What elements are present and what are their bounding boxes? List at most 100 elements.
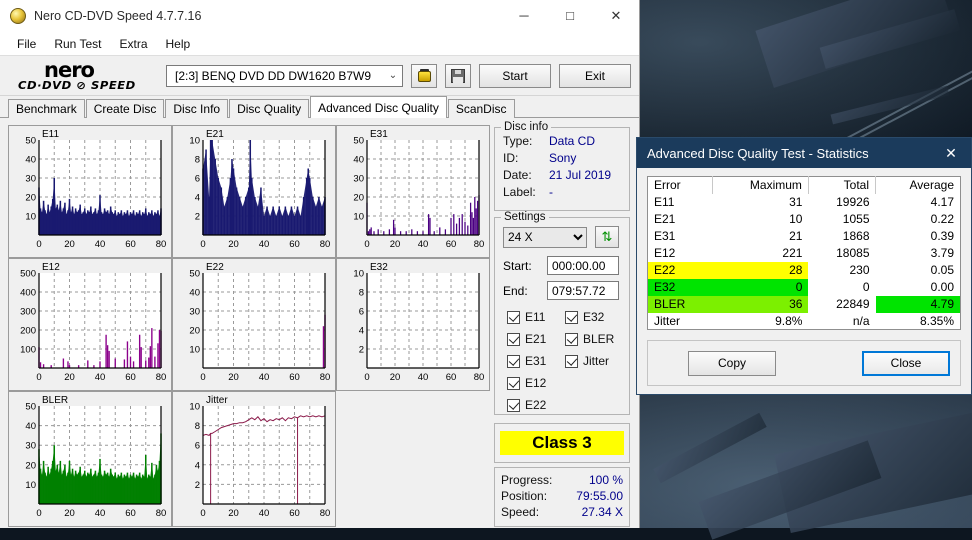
- checkbox-jitter[interactable]: Jitter: [565, 354, 627, 368]
- menu-item-run-test[interactable]: Run Test: [45, 34, 110, 54]
- svg-text:60: 60: [446, 239, 457, 250]
- checkbox-e21[interactable]: E21: [507, 332, 565, 346]
- svg-text:30: 30: [25, 441, 36, 452]
- svg-text:80: 80: [474, 372, 485, 383]
- svg-text:20: 20: [64, 239, 75, 250]
- minimize-button[interactable]: ─: [501, 0, 547, 32]
- statistics-col-error: Error: [647, 176, 713, 194]
- tab-benchmark[interactable]: Benchmark: [8, 99, 85, 118]
- disc-type-value: Data CD: [549, 134, 596, 148]
- checkbox-e12[interactable]: E12: [507, 376, 565, 390]
- checkmark-icon: [565, 354, 578, 368]
- svg-text:400: 400: [20, 288, 36, 299]
- checkbox-e32[interactable]: E32: [565, 310, 627, 324]
- checkmark-icon: [507, 354, 520, 368]
- statistics-close-icon[interactable]: ✕: [931, 138, 971, 168]
- disc-info-group: Disc info Type: Data CD ID: Sony Date: 21 J…: [494, 121, 630, 211]
- chart-panel-e11: 10 20 30 40 50 0 20 40 60 80 E11: [8, 125, 172, 258]
- chart-e11: 10 20 30 40 50 0 20 40 60 80 E11: [9, 126, 169, 255]
- statistics-cell-error: E32: [647, 278, 713, 296]
- close-button[interactable]: ✕: [593, 0, 639, 32]
- svg-text:2: 2: [195, 480, 200, 491]
- drive-select-value: [2:3] BENQ DVD DD DW1620 B7W9: [175, 68, 372, 83]
- svg-text:0: 0: [36, 508, 41, 519]
- disc-type-label: Type:: [503, 134, 533, 148]
- toolbar: nero CD·DVD ⊘ SPEED [2:3] BENQ DVD DD DW…: [0, 56, 639, 96]
- svg-text:20: 20: [390, 372, 401, 383]
- chart-e32: 2 4 6 8 10 0 20 40 60 80 E32: [337, 259, 487, 388]
- start-time-input[interactable]: 000:00.00: [547, 256, 619, 275]
- exit-button[interactable]: Exit: [559, 63, 631, 88]
- svg-text:50: 50: [25, 136, 36, 147]
- statistics-cell-error: E22: [647, 261, 713, 279]
- chart-panel-e32: 2 4 6 8 10 0 20 40 60 80 E32: [336, 258, 490, 391]
- svg-text:10: 10: [353, 212, 364, 223]
- eject-button[interactable]: [411, 63, 437, 88]
- close-dialog-button[interactable]: Close: [862, 350, 950, 376]
- svg-text:50: 50: [189, 269, 200, 280]
- refresh-icon[interactable]: ⇅: [595, 226, 619, 248]
- chart-e31: 10 20 30 40 50 0 20 40 60 80 E31: [337, 126, 487, 255]
- svg-text:50: 50: [353, 136, 364, 147]
- speed-select[interactable]: 4 X8 X16 X24 X32 X40 XMaximum: [503, 226, 587, 248]
- checkbox-e31[interactable]: E31: [507, 354, 565, 368]
- checkmark-icon: [507, 398, 520, 412]
- statistics-cell-total: 230: [849, 263, 870, 277]
- statistics-cell-average: 0.39: [930, 229, 954, 243]
- end-time-input[interactable]: 079:57.72: [547, 281, 619, 300]
- maximize-button[interactable]: □: [547, 0, 593, 32]
- statistics-cell-error: E11: [654, 195, 675, 209]
- svg-text:BLER: BLER: [42, 395, 68, 406]
- menu-item-extra[interactable]: Extra: [110, 34, 156, 54]
- tab-disc-quality[interactable]: Disc Quality: [229, 99, 310, 118]
- statistics-cell-error: E12: [654, 246, 676, 260]
- statistics-row-e22: E22 28 230 0.05: [647, 261, 961, 279]
- checkbox-bler[interactable]: BLER: [565, 332, 627, 346]
- disc-label-label: Label:: [503, 185, 536, 199]
- svg-text:60: 60: [125, 508, 136, 519]
- menu-item-help[interactable]: Help: [157, 34, 200, 54]
- tab-create-disc[interactable]: Create Disc: [85, 99, 165, 118]
- save-button[interactable]: [445, 63, 471, 88]
- menu-item-file[interactable]: File: [8, 34, 45, 54]
- tab-scandisc[interactable]: ScanDisc: [447, 99, 515, 118]
- checkmark-icon: [507, 310, 520, 324]
- drive-select[interactable]: [2:3] BENQ DVD DD DW1620 B7W9 ⌄: [166, 64, 403, 87]
- checkbox-e22-label: E22: [525, 398, 547, 412]
- svg-text:60: 60: [289, 239, 300, 250]
- statistics-row-bler: BLER 36 22849 4.79: [647, 295, 961, 313]
- disc-info-legend: Disc info: [501, 121, 552, 133]
- svg-text:10: 10: [353, 269, 364, 280]
- statistics-cell-maximum: 9.8%: [775, 313, 803, 328]
- statistics-cell-error: E31: [654, 229, 676, 243]
- svg-text:0: 0: [36, 239, 41, 250]
- statistics-cell-average: 0.05: [930, 263, 954, 277]
- tab-advanced-disc-quality[interactable]: Advanced Disc Quality: [310, 96, 447, 118]
- start-button[interactable]: Start: [479, 63, 551, 88]
- position-label: Position:: [501, 489, 548, 503]
- tab-disc-info[interactable]: Disc Info: [165, 99, 229, 118]
- copy-button[interactable]: Copy: [688, 350, 776, 376]
- statistics-col-total: Total: [808, 176, 877, 194]
- window-title: Nero CD-DVD Speed 4.7.7.16: [34, 8, 202, 23]
- statistics-cell-maximum: 28: [712, 261, 809, 279]
- statistics-cell-total: 1055: [842, 212, 870, 226]
- checkbox-e11[interactable]: E11: [507, 310, 565, 324]
- chart-panel-bler: 10 20 30 40 50 0 20 40 60 80 BLER: [8, 391, 172, 527]
- svg-text:80: 80: [156, 508, 167, 519]
- svg-text:20: 20: [228, 239, 239, 250]
- svg-text:200: 200: [20, 326, 36, 337]
- disc-id-label: ID:: [503, 151, 519, 165]
- disc-label-value: -: [549, 185, 553, 199]
- chart-panel-e21: 2 4 6 8 10 0 20 40 60 80 E21: [172, 125, 336, 258]
- class-result-box: Class 3: [494, 423, 630, 463]
- disc-date-label: Date:: [503, 168, 532, 182]
- svg-text:4: 4: [195, 460, 200, 471]
- svg-text:50: 50: [25, 402, 36, 413]
- svg-text:30: 30: [25, 174, 36, 185]
- advanced-disc-quality-panel: 10 20 30 40 50 0 20 40 60 80 E11 2 4 6 8 10 0 20 40 60 80 E2…: [0, 121, 639, 528]
- progress-box: Progress: 100 % Position: 79:55.00 Speed: 2…: [494, 467, 630, 527]
- statistics-cell-total: 22849: [836, 297, 870, 311]
- svg-text:0: 0: [364, 239, 369, 250]
- checkbox-e22[interactable]: E22: [507, 398, 565, 412]
